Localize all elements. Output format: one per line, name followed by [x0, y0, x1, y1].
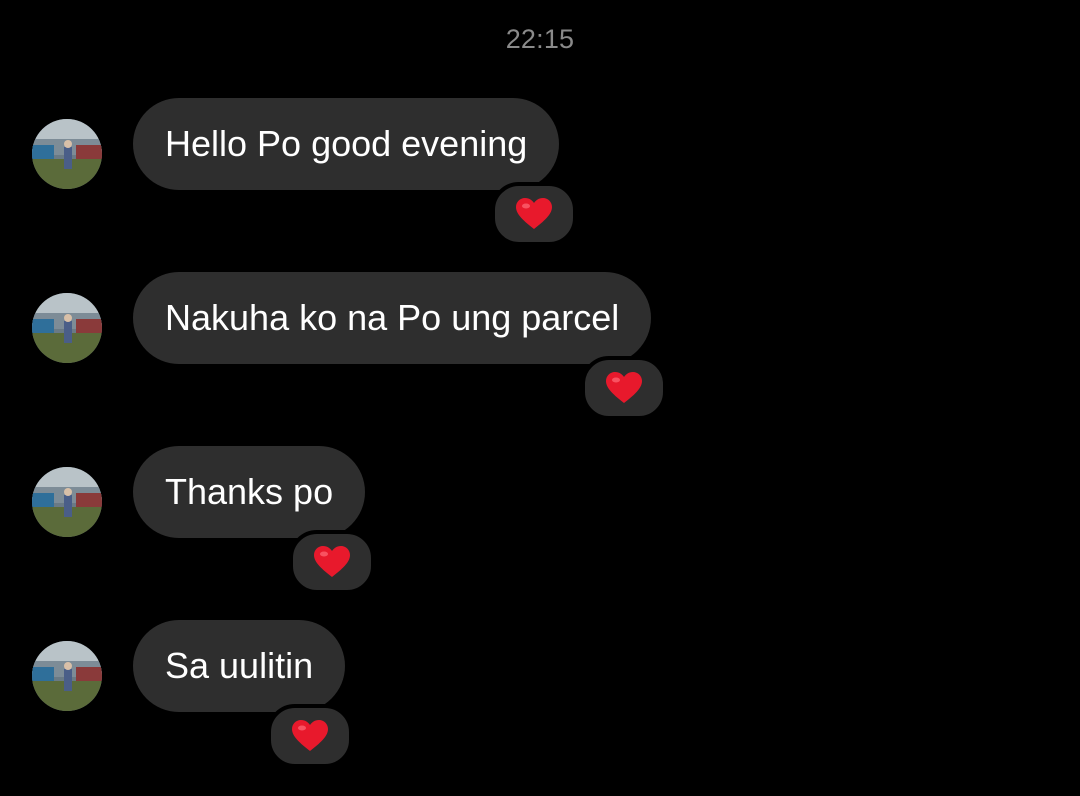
avatar-photo — [32, 119, 102, 189]
message-bubble[interactable]: Hello Po good evening — [133, 98, 560, 190]
heart-icon — [292, 720, 328, 751]
avatar[interactable] — [32, 467, 102, 537]
reaction-badge[interactable] — [581, 356, 667, 420]
avatar[interactable] — [32, 119, 102, 189]
heart-icon — [516, 198, 552, 229]
message-bubble[interactable]: Thanks po — [133, 446, 366, 538]
heart-icon — [314, 546, 350, 577]
message-text: Nakuha ko na Po ung parcel — [165, 297, 620, 338]
reaction-badge[interactable] — [289, 530, 375, 594]
message-bubble[interactable]: Sa uulitin — [133, 620, 346, 712]
message-timestamp: 22:15 — [505, 24, 575, 54]
reaction-badge[interactable] — [491, 182, 577, 246]
reaction-badge[interactable] — [267, 704, 353, 768]
heart-icon — [606, 372, 642, 403]
avatar-photo — [32, 467, 102, 537]
message-text: Sa uulitin — [165, 645, 314, 686]
avatar-photo — [32, 293, 102, 363]
avatar-photo — [32, 641, 102, 711]
message-text: Thanks po — [165, 471, 334, 512]
message-bubble[interactable]: Nakuha ko na Po ung parcel — [133, 272, 652, 364]
message-text: Hello Po good evening — [165, 123, 528, 164]
avatar[interactable] — [32, 641, 102, 711]
avatar[interactable] — [32, 293, 102, 363]
